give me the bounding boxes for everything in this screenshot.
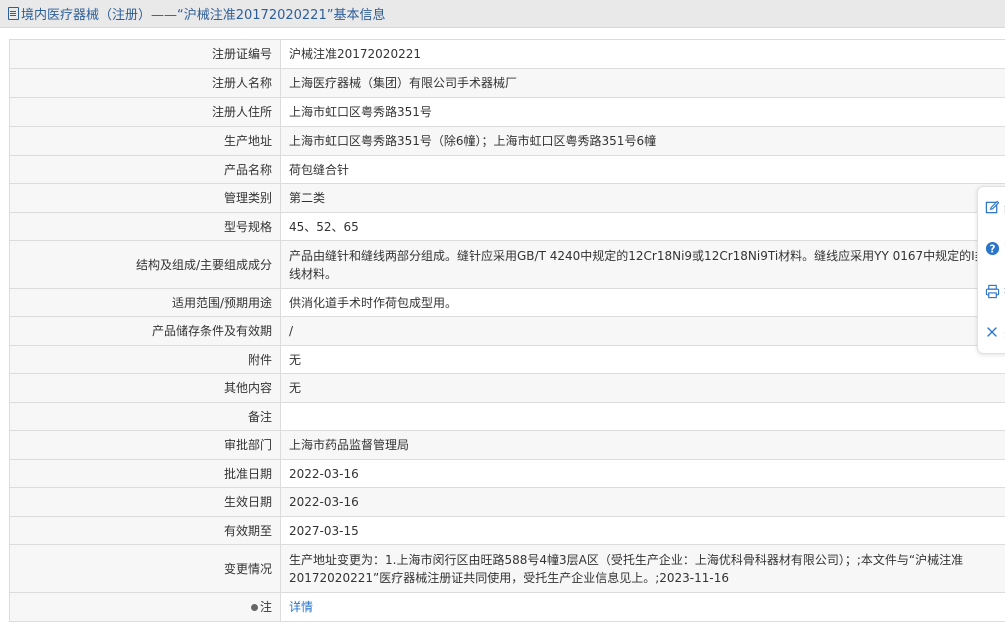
help-button[interactable]: ? ? [978,233,1005,263]
row-label: 变更情况 [9,544,281,593]
floating-toolbar: 纠 ? ? 打 关 [977,186,1005,354]
help-icon: ? [984,240,1000,256]
print-icon [984,283,1000,299]
row-value: / [280,316,1005,346]
close-icon [984,324,1000,340]
table-row: 产品名称 荷包缝合针 [9,155,1005,184]
row-label: 管理类别 [9,183,281,213]
row-value: 沪械注准20172020221 [280,39,1005,69]
document-icon [8,7,19,20]
info-table: 注册证编号 沪械注准20172020221 注册人名称 上海医疗器械（集团）有限… [9,39,1005,622]
table-row: 审批部门 上海市药品监督管理局 [9,430,1005,460]
row-label: 注册人住所 [9,97,281,127]
row-label: 产品储存条件及有效期 [9,316,281,346]
edit-icon [984,199,1000,215]
row-label: 产品名称 [9,155,281,184]
table-row: 型号规格 45、52、65 [9,212,1005,241]
table-row: 生产地址 上海市虹口区粤秀路351号（除6幢）；上海市虹口区粤秀路351号6幢 [9,126,1005,156]
row-value [280,402,1005,431]
row-value: 2027-03-15 [280,516,1005,545]
page-header: 境内医疗器械（注册）——“沪械注准20172020221”基本信息 [0,0,1005,28]
table-row: 产品储存条件及有效期 / [9,316,1005,346]
table-row: 注册人住所 上海市虹口区粤秀路351号 [9,97,1005,127]
row-value: 2022-03-16 [280,459,1005,488]
row-label: 结构及组成/主要组成成分 [9,240,281,289]
table-row: 结构及组成/主要组成成分 产品由缝针和缝线两部分组成。缝针应采用GB/T 424… [9,240,1005,289]
row-label: 备注 [9,402,281,431]
table-row: 变更情况 生产地址变更为：1.上海市闵行区由旺路588号4幢3层A区（受托生产企… [9,544,1005,593]
table-row: 其他内容 无 [9,373,1005,403]
row-value: 上海市虹口区粤秀路351号 [280,97,1005,127]
table-row: 生效日期 2022-03-16 [9,487,1005,517]
row-value: 无 [280,345,1005,374]
row-value: 第二类 [280,183,1005,213]
row-value: 上海市药品监督管理局 [280,430,1005,460]
table-row: 管理类别 第二类 [9,183,1005,213]
row-value: 45、52、65 [280,212,1005,241]
row-label: 适用范围/预期用途 [9,288,281,317]
print-button[interactable]: 打 [978,276,1005,306]
row-label: 附件 [9,345,281,374]
row-label: 其他内容 [9,373,281,403]
row-value: 上海医疗器械（集团）有限公司手术器械厂 [280,68,1005,98]
table-row: 注册证编号 沪械注准20172020221 [9,39,1005,69]
row-value: 产品由缝针和缝线两部分组成。缝针应采用GB/T 4240中规定的12Cr18Ni… [280,240,1005,289]
table-row: 备注 [9,402,1005,431]
row-label: 型号规格 [9,212,281,241]
row-value: 2022-03-16 [280,487,1005,517]
row-label: 生效日期 [9,487,281,517]
row-label: 审批部门 [9,430,281,460]
row-value: 无 [280,373,1005,403]
correction-button[interactable]: 纠 [978,192,1005,222]
details-link[interactable]: 详情 [289,600,313,614]
table-row: 附件 无 [9,345,1005,374]
row-value: 上海市虹口区粤秀路351号（除6幢）；上海市虹口区粤秀路351号6幢 [280,126,1005,156]
table-row: 批准日期 2022-03-16 [9,459,1005,488]
row-label: 注 [9,592,281,622]
row-value: 供消化道手术时作荷包成型用。 [280,288,1005,317]
row-label: 注册人名称 [9,68,281,98]
row-label: 批准日期 [9,459,281,488]
pin-icon [250,604,258,611]
row-value: 详情 [280,592,1005,622]
svg-text:?: ? [989,243,995,255]
row-label: 注册证编号 [9,39,281,69]
row-label: 有效期至 [9,516,281,545]
page-title: 境内医疗器械（注册）——“沪械注准20172020221”基本信息 [21,8,386,23]
table-row: 注 详情 [9,592,1005,622]
close-button[interactable]: 关 [978,317,1005,347]
note-label: 注 [259,600,272,614]
table-row: 注册人名称 上海医疗器械（集团）有限公司手术器械厂 [9,68,1005,98]
row-value: 生产地址变更为：1.上海市闵行区由旺路588号4幢3层A区（受托生产企业：上海优… [280,544,1005,593]
table-row: 有效期至 2027-03-15 [9,516,1005,545]
table-row: 适用范围/预期用途 供消化道手术时作荷包成型用。 [9,288,1005,317]
row-label: 生产地址 [9,126,281,156]
row-value: 荷包缝合针 [280,155,1005,184]
